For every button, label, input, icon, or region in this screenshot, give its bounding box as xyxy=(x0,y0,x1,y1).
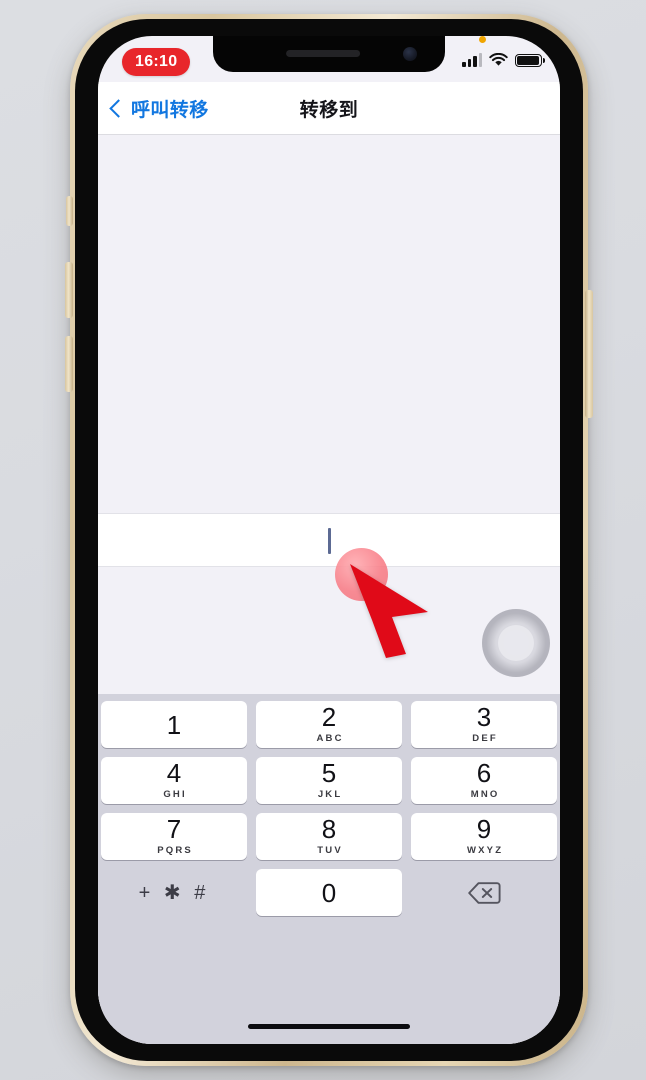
chevron-left-icon xyxy=(109,98,128,118)
keypad-row-2: 4 GHI 5 JKL 6 MNO xyxy=(98,757,560,804)
key-letters: WXYZ xyxy=(466,845,504,856)
key-digit: 0 xyxy=(321,877,337,908)
earpiece-speaker-icon xyxy=(286,50,361,57)
key-digit: 2 xyxy=(321,702,337,732)
delete-backspace-icon xyxy=(467,881,501,905)
key-5[interactable]: 5 JKL xyxy=(256,757,402,804)
microphone-active-indicator-icon xyxy=(479,36,486,43)
power-button[interactable] xyxy=(585,290,593,418)
key-digit: 8 xyxy=(321,814,337,844)
key-letters: GHI xyxy=(163,789,187,800)
home-indicator-bar[interactable] xyxy=(248,1023,410,1029)
keypad-row-1: 1 2 ABC 3 DEF xyxy=(98,701,560,748)
key-2[interactable]: 2 ABC xyxy=(256,701,402,748)
key-8[interactable]: 8 TUV xyxy=(256,813,402,860)
key-1[interactable]: 1 xyxy=(101,701,247,748)
battery-full-icon xyxy=(515,53,546,67)
key-digit: 4 xyxy=(166,758,182,788)
back-button[interactable]: 呼叫转移 xyxy=(109,82,209,134)
key-letters: ABC xyxy=(316,733,344,744)
key-digit: 3 xyxy=(476,702,492,732)
key-digit: 1 xyxy=(166,709,182,740)
key-letters: JKL xyxy=(317,789,343,800)
volume-down-button[interactable] xyxy=(65,336,73,392)
text-caret xyxy=(328,528,331,554)
back-button-label: 呼叫转移 xyxy=(131,99,209,121)
key-letters: MNO xyxy=(470,789,500,800)
key-delete[interactable] xyxy=(411,869,557,916)
cellular-bars-icon xyxy=(462,53,482,67)
key-9[interactable]: 9 WXYZ xyxy=(411,813,557,860)
key-digit: 7 xyxy=(166,814,182,844)
keypad-row-4: + ✱ # 0 xyxy=(98,869,560,916)
forward-to-number-input[interactable] xyxy=(98,513,560,567)
key-7[interactable]: 7 PQRS xyxy=(101,813,247,860)
front-camera-icon xyxy=(403,47,417,61)
phone-screen: 16:10 呼叫转移 转移到 1 2 ABC 3 DEF 4 GHI 5 JKL… xyxy=(98,36,560,1044)
key-digit: 9 xyxy=(476,814,492,844)
notch xyxy=(213,36,445,72)
key-digit: 5 xyxy=(321,758,337,788)
numeric-keypad: 1 2 ABC 3 DEF 4 GHI 5 JKL 6 MNO 7 PQRS 8… xyxy=(98,694,560,1044)
keypad-row-3: 7 PQRS 8 TUV 9 WXYZ xyxy=(98,813,560,860)
red-arrow-cursor xyxy=(348,562,432,658)
key-3[interactable]: 3 DEF xyxy=(411,701,557,748)
volume-up-button[interactable] xyxy=(65,262,73,318)
key-4[interactable]: 4 GHI xyxy=(101,757,247,804)
key-symbols-label: + ✱ # xyxy=(138,882,210,904)
key-symbols[interactable]: + ✱ # xyxy=(101,869,247,916)
keypad-rows: 1 2 ABC 3 DEF 4 GHI 5 JKL 6 MNO 7 PQRS 8… xyxy=(98,701,560,925)
key-digit: 6 xyxy=(476,758,492,788)
key-letters: PQRS xyxy=(157,845,193,856)
screenshot-stage: 16:10 呼叫转移 转移到 1 2 ABC 3 DEF 4 GHI 5 JKL… xyxy=(0,0,646,1080)
assistive-touch-button[interactable] xyxy=(482,609,550,677)
key-letters: TUV xyxy=(317,845,343,856)
key-letters: DEF xyxy=(472,733,498,744)
status-bar-time-recording-pill[interactable]: 16:10 xyxy=(122,48,191,76)
content-area: 1 2 ABC 3 DEF 4 GHI 5 JKL 6 MNO 7 PQRS 8… xyxy=(98,134,560,1044)
status-bar-icons xyxy=(462,49,546,67)
wifi-icon xyxy=(489,52,508,67)
silent-switch-button[interactable] xyxy=(66,196,73,226)
key-0[interactable]: 0 xyxy=(256,869,402,916)
navigation-bar: 呼叫转移 转移到 xyxy=(98,82,560,135)
key-6[interactable]: 6 MNO xyxy=(411,757,557,804)
